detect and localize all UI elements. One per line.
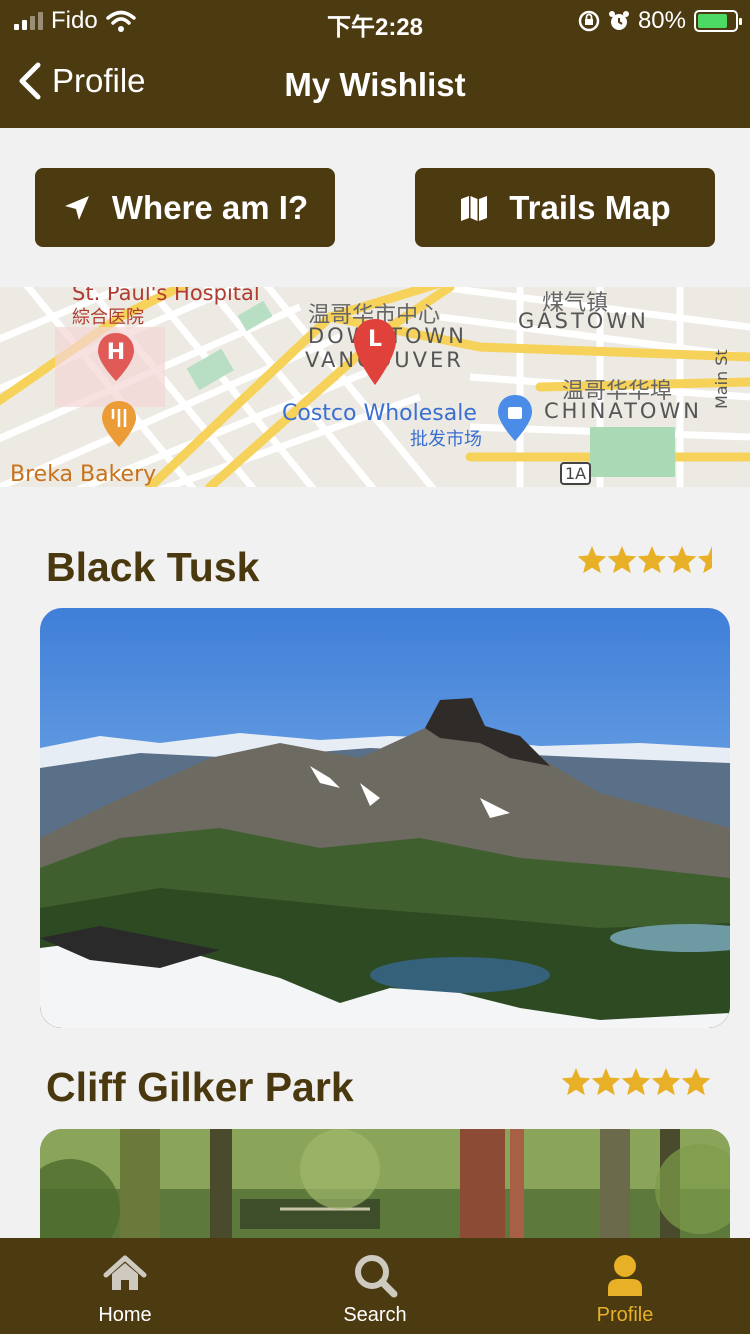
tab-search-label: Search — [343, 1304, 407, 1326]
tab-bar: Home Search Profile — [0, 1238, 750, 1334]
status-right: 80% — [578, 7, 742, 35]
map-label-hospital-zh: 綜合医院 — [72, 307, 144, 328]
star-icon — [591, 1068, 621, 1096]
alarm-icon — [608, 11, 629, 30]
location-arrow-icon — [64, 195, 89, 220]
map-label-gastown: GASTOWN — [518, 309, 649, 333]
tab-home[interactable]: Home — [0, 1238, 250, 1334]
star-icon — [651, 1068, 681, 1096]
star-icon — [577, 546, 607, 574]
svg-text:H: H — [107, 340, 125, 365]
star-icon — [621, 1068, 651, 1096]
star-icon — [667, 546, 697, 574]
map-label-costco: Costco Wholesale — [282, 401, 477, 426]
tab-search[interactable]: Search — [250, 1238, 500, 1334]
restaurant-pin-icon — [102, 401, 136, 447]
where-am-i-button[interactable]: Where am I? — [35, 168, 335, 247]
trail-title[interactable]: Black Tusk — [46, 544, 259, 591]
map-label-bakery: Breka Bakery — [10, 462, 157, 487]
mountain-photo — [40, 608, 730, 1028]
trail-title[interactable]: Cliff Gilker Park — [46, 1064, 354, 1111]
map-route-badge: 1A — [560, 462, 592, 485]
star-icon — [561, 1068, 591, 1096]
star-rating-icons — [577, 546, 712, 574]
top-bar: Fido 下午2:28 80% Profile My Wishlist — [0, 0, 750, 128]
map-label-costco-zh: 批发市场 — [410, 429, 482, 450]
where-am-i-label: Where am I? — [111, 188, 309, 226]
status-bar: Fido 下午2:28 80% — [0, 0, 750, 41]
star-icon — [637, 546, 667, 574]
map-marker-label: L — [368, 327, 383, 352]
nav-bar: Profile My Wishlist — [0, 48, 750, 120]
rotation-lock-icon — [578, 10, 600, 32]
tab-profile[interactable]: Profile — [500, 1238, 750, 1334]
trail-photo[interactable] — [40, 608, 730, 1028]
star-icon — [607, 546, 637, 574]
user-icon — [608, 1255, 642, 1296]
tab-home-label: Home — [98, 1304, 152, 1326]
shopping-pin-icon — [498, 395, 532, 441]
hospital-pin-icon: H — [98, 333, 134, 381]
star-half-icon — [697, 546, 712, 574]
trails-map-label: Trails Map — [509, 188, 671, 226]
tab-profile-label: Profile — [596, 1304, 654, 1326]
star-rating — [576, 544, 716, 586]
battery-icon — [694, 10, 742, 32]
star-icon — [681, 1068, 711, 1096]
map-label-main-st: Main St — [712, 349, 731, 409]
page-title: My Wishlist — [284, 66, 466, 103]
home-icon — [103, 1255, 147, 1290]
star-rating — [560, 1066, 712, 1108]
map-icon — [461, 195, 488, 221]
map-view[interactable]: St. Paul's Hospital 綜合医院 H Breka Bakery … — [0, 287, 750, 487]
trails-map-button[interactable]: Trails Map — [415, 168, 715, 247]
star-rating-icons — [561, 1068, 711, 1096]
map-label-chinatown: CHINATOWN — [544, 399, 702, 423]
battery-percent: 80% — [637, 7, 686, 34]
search-icon — [355, 1255, 398, 1298]
